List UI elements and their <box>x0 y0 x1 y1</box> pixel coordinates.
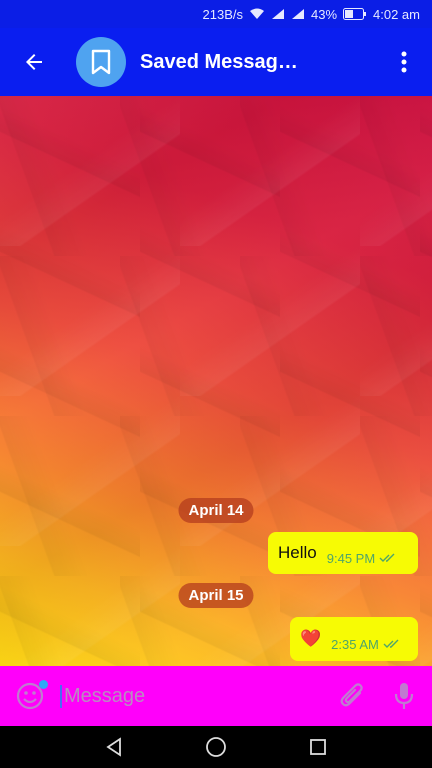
system-nav-bar <box>0 726 432 768</box>
message-meta: 2:35 AM <box>331 637 401 652</box>
paperclip-icon <box>340 683 363 707</box>
microphone-icon <box>394 683 414 709</box>
date-separator: April 15 <box>178 583 254 608</box>
more-options-button[interactable] <box>384 28 424 96</box>
chat-title[interactable]: Saved Messag… <box>140 51 340 74</box>
double-check-icon <box>379 553 395 562</box>
triangle-back-icon <box>106 737 121 757</box>
message-bubble[interactable]: ❤️ 2:35 AM <box>290 617 418 661</box>
message-meta: 9:45 PM <box>327 551 397 566</box>
battery-icon <box>343 8 367 20</box>
status-bar: 213B/s 43% 4:02 am <box>0 0 432 28</box>
avatar[interactable] <box>76 37 126 87</box>
double-check-icon <box>383 639 399 648</box>
signal-icon <box>271 8 285 20</box>
chat-area[interactable]: April 14 Hello 9:45 PM April 15 ❤️ 2:35 … <box>0 96 432 666</box>
nav-back-button[interactable] <box>99 732 129 762</box>
message-time: 2:35 AM <box>331 636 379 652</box>
message-input[interactable] <box>60 684 314 708</box>
nav-home-button[interactable] <box>201 732 231 762</box>
circle-home-icon <box>206 737 226 757</box>
attach-button[interactable] <box>328 666 376 726</box>
arrow-left-icon <box>26 54 42 70</box>
signal-icon <box>291 8 305 20</box>
app-bar: Saved Messag… <box>0 28 432 96</box>
bookmark-icon <box>91 49 111 75</box>
net-speed: 213B/s <box>202 6 243 22</box>
emoji-button[interactable] <box>0 666 60 726</box>
voice-record-button[interactable] <box>376 666 432 726</box>
message-text: ❤️ <box>300 629 322 648</box>
square-recents-icon <box>310 739 326 755</box>
date-separator: April 14 <box>178 498 254 523</box>
nav-recents-button[interactable] <box>303 732 333 762</box>
message-bubble[interactable]: Hello 9:45 PM <box>268 532 418 574</box>
message-text: Hello <box>278 543 317 562</box>
message-time: 9:45 PM <box>326 550 376 566</box>
clock: 4:02 am <box>373 6 420 22</box>
wifi-icon <box>249 8 265 20</box>
back-button[interactable] <box>8 28 60 96</box>
notification-dot <box>39 680 48 689</box>
more-vert-icon <box>401 51 407 73</box>
message-composer <box>0 666 432 726</box>
battery-percent: 43% <box>310 6 338 22</box>
